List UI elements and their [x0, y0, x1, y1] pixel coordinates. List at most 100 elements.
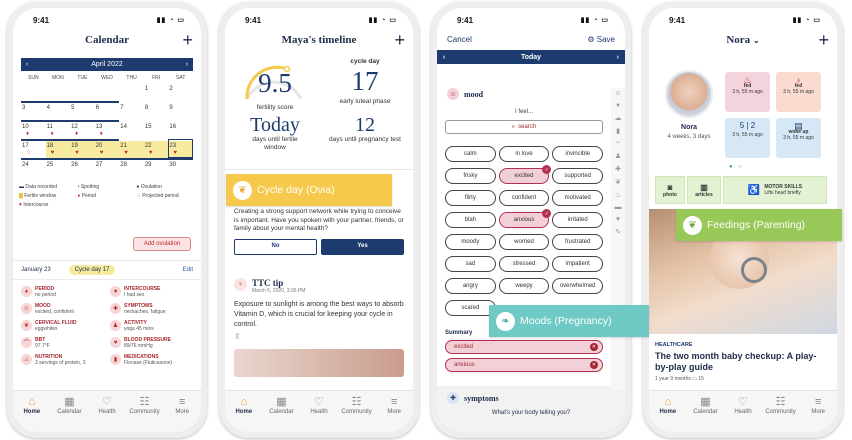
nav-more[interactable]: ≡ More: [802, 396, 834, 432]
symptom-entry[interactable]: ⌒ BBT 97.7°F: [21, 337, 104, 349]
drop-icon[interactable]: ♦: [616, 102, 620, 109]
gear-icon[interactable]: ⚙: [587, 35, 594, 44]
calendar-day[interactable]: 18 ♥: [45, 139, 71, 158]
cup-icon[interactable]: ♨: [615, 191, 621, 199]
calendar-day[interactable]: 6: [94, 101, 120, 120]
child-switcher[interactable]: Nora ⌄: [726, 34, 759, 46]
nav-community[interactable]: ☷ Community: [765, 396, 797, 432]
calendar-day[interactable]: 8: [143, 101, 169, 120]
calendar-day[interactable]: 19 ♥: [70, 139, 95, 158]
sleep-tile[interactable]: ▤ woke up 3 h, 55 m ago: [776, 118, 821, 158]
feeding-tile[interactable]: ♨ fed 3 h, 55 m ago: [725, 72, 770, 112]
avatar[interactable]: [665, 70, 713, 118]
mood-pill[interactable]: frisky: [445, 168, 496, 184]
mood-pill[interactable]: invincible: [552, 146, 603, 162]
add-icon[interactable]: +: [182, 30, 193, 51]
remove-icon[interactable]: ✕: [590, 343, 598, 351]
nav-calendar[interactable]: ▦ Calendar: [689, 396, 721, 432]
mood-pill[interactable]: stressed: [498, 256, 550, 272]
calendar-day[interactable]: 23 ♥: [168, 139, 193, 158]
calendar-day[interactable]: 26: [70, 158, 95, 177]
nav-health[interactable]: ♡ Health: [91, 396, 123, 432]
calendar-day[interactable]: 4: [45, 101, 71, 120]
nav-health[interactable]: ♡ Health: [303, 396, 335, 432]
calendar-day[interactable]: 10 ♦: [21, 120, 46, 139]
symptom-entry[interactable]: ♦ PERIOD no period: [21, 286, 104, 298]
milestone-tile[interactable]: ♿ MOTOR SKILLS Lifts head briefly: [723, 176, 827, 204]
nav-community[interactable]: ☷ Community: [129, 396, 161, 432]
nav-more[interactable]: ≡ More: [378, 396, 410, 432]
search-input[interactable]: ⌕ search: [445, 120, 603, 134]
calendar-day[interactable]: 17 ♢: [21, 139, 46, 158]
mood-pill[interactable]: worried: [498, 234, 550, 250]
mood-pill[interactable]: in love: [498, 146, 550, 162]
fork-icon[interactable]: ⑂: [616, 140, 620, 147]
mood-pill[interactable]: supported: [552, 168, 603, 184]
calendar-day[interactable]: 11 ♦: [45, 120, 71, 139]
calendar-day[interactable]: 16: [168, 120, 193, 139]
calendar-day[interactable]: 15: [143, 120, 169, 139]
nav-home[interactable]: ⌂ Home: [652, 396, 684, 432]
calendar-day[interactable]: 3: [21, 101, 46, 120]
calendar-day[interactable]: 2: [168, 82, 193, 101]
calendar-day[interactable]: 22 ♥: [143, 139, 169, 158]
mood-pill[interactable]: flirty: [445, 190, 496, 206]
bed-icon[interactable]: ▬: [615, 204, 622, 211]
next-month-icon[interactable]: ›: [186, 61, 188, 68]
symptom-entry[interactable]: ♟ ACTIVITY yoga 45 mins: [110, 320, 193, 332]
feeding-tile[interactable]: ♁ fed 3 h, 55 m ago: [776, 72, 821, 112]
mood-pill[interactable]: sad: [445, 256, 496, 272]
add-ovulation-button[interactable]: Add ovulation: [133, 237, 191, 251]
calendar-day[interactable]: 25: [45, 158, 71, 177]
calendar-day[interactable]: 9: [168, 101, 193, 120]
nav-home[interactable]: ⌂ Home: [16, 396, 48, 432]
calendar-day[interactable]: 5: [70, 101, 95, 120]
next-day-icon[interactable]: ›: [617, 54, 619, 61]
mood-pill[interactable]: weepy: [498, 278, 550, 294]
bandage-icon[interactable]: ✚: [615, 165, 621, 173]
save-button[interactable]: Save: [597, 35, 615, 44]
calendar-day[interactable]: 30: [168, 158, 193, 177]
mood-pill[interactable]: blah: [445, 212, 496, 228]
calendar-day[interactable]: 14: [119, 120, 144, 139]
calendar-day[interactable]: 12 ♦: [70, 120, 95, 139]
articles-tile[interactable]: ▥ articles: [687, 176, 721, 204]
heart-icon[interactable]: ♥: [616, 216, 620, 223]
symptom-entry[interactable]: ♥ INTERCOURSE I had sex: [110, 286, 193, 298]
mood-pill[interactable]: anxious: [498, 209, 551, 228]
mood-pill[interactable]: frustrated: [552, 234, 603, 250]
prev-month-icon[interactable]: ‹: [26, 61, 28, 68]
mood-pill[interactable]: impatient: [552, 256, 603, 272]
calendar-day[interactable]: 29: [143, 158, 169, 177]
nav-more[interactable]: ≡ More: [166, 396, 198, 432]
calendar-day[interactable]: 7: [119, 101, 144, 120]
summary-chip[interactable]: excited ✕: [445, 340, 603, 354]
pill-icon[interactable]: ▮: [616, 127, 620, 135]
cancel-button[interactable]: Cancel: [447, 35, 472, 44]
cloud-icon[interactable]: ☁: [615, 114, 622, 122]
symptom-entry[interactable]: ♥ BLOOD PRESSURE 89/76 mmHg: [110, 337, 193, 349]
symptom-entry[interactable]: ♨ NUTRITION 3 servings of protein, 3: [21, 354, 104, 366]
calendar-day[interactable]: 1: [143, 82, 169, 101]
share-icon[interactable]: ⇪: [234, 332, 404, 341]
symptom-entry[interactable]: ☺ MOOD excited, confident: [21, 303, 104, 315]
diaper-tile[interactable]: 5 | 23 h, 55 m ago: [725, 118, 770, 158]
note-icon[interactable]: ✎: [615, 228, 621, 236]
symptom-entry[interactable]: ▮ MEDICATIONS Flonase (Fluticasone): [110, 354, 193, 366]
article-headline[interactable]: The two month baby checkup: A play-by-pl…: [655, 351, 825, 373]
nav-community[interactable]: ☷ Community: [341, 396, 373, 432]
mood-pill[interactable]: motivated: [552, 190, 603, 206]
nav-calendar[interactable]: ▦ Calendar: [265, 396, 297, 432]
edit-link[interactable]: Edit: [183, 267, 193, 273]
nav-home[interactable]: ⌂ Home: [228, 396, 260, 432]
nav-calendar[interactable]: ▦ Calendar: [53, 396, 85, 432]
mood-pill[interactable]: calm: [445, 146, 496, 162]
mood-pill[interactable]: confident: [498, 190, 550, 206]
add-icon[interactable]: +: [818, 30, 829, 51]
calendar-day[interactable]: 20 ♥: [94, 139, 120, 158]
no-button[interactable]: No: [234, 238, 317, 255]
calendar-day[interactable]: 21 ♥: [119, 139, 144, 158]
remove-icon[interactable]: ✕: [590, 361, 598, 369]
symptom-entry[interactable]: ❦ CERVICAL FLUID eggwhites: [21, 320, 104, 332]
nav-health[interactable]: ♡ Health: [727, 396, 759, 432]
